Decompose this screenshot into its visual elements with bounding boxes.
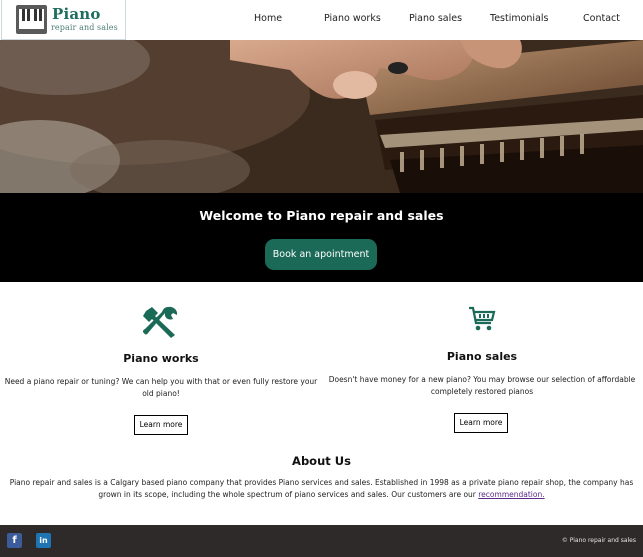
piano-works-learn-more-button[interactable]: Learn more: [134, 415, 188, 435]
piano-sales-learn-more-button[interactable]: Learn more: [454, 413, 508, 433]
shopping-cart-icon: [468, 306, 496, 332]
book-appointment-button[interactable]: Book an apointment: [265, 239, 377, 270]
piano-sales-title: Piano sales: [446, 350, 518, 363]
tools-icon: [142, 305, 180, 339]
piano-works-title: Piano works: [123, 352, 199, 365]
site-header: Piano repair and sales Home Piano works …: [0, 0, 643, 40]
copyright-text: © Piano repair and sales: [561, 537, 636, 544]
main-nav: Home Piano works Piano sales Testimonial…: [0, 0, 643, 40]
hero-image: [0, 40, 643, 193]
welcome-section: Welcome to Piano repair and sales Book a…: [0, 193, 643, 282]
nav-item-home[interactable]: Home: [254, 13, 282, 24]
nav-item-piano-works[interactable]: Piano works: [324, 13, 381, 24]
nav-item-piano-sales[interactable]: Piano sales: [409, 13, 462, 24]
piano-sales-text: Doesn't have money for a new piano? You …: [328, 375, 636, 396]
recommendation-link[interactable]: recommendation.: [478, 490, 544, 499]
linkedin-icon[interactable]: in: [36, 533, 51, 548]
site-footer: f in © Piano repair and sales: [0, 525, 643, 557]
nav-item-contact[interactable]: Contact: [583, 13, 620, 24]
about-title: About Us: [292, 454, 351, 468]
piano-works-text: Need a piano repair or tuning? We can he…: [4, 377, 318, 398]
facebook-icon[interactable]: f: [7, 533, 22, 548]
nav-item-testimonials[interactable]: Testimonials: [490, 13, 548, 24]
about-text: Piano repair and sales is a Calgary base…: [6, 477, 637, 501]
welcome-title: Welcome to Piano repair and sales: [199, 208, 444, 223]
